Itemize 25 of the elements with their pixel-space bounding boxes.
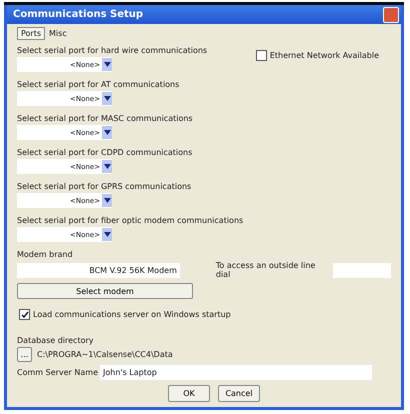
- browse-button[interactable]: ...: [17, 347, 32, 362]
- select-modem-button[interactable]: Select modem: [17, 283, 193, 299]
- field-label: Comm Server Name: [17, 368, 98, 377]
- field-label: Select serial port for fiber optic modem communications: [17, 216, 244, 225]
- server-name-field[interactable]: John's Laptop: [100, 365, 372, 380]
- field-label: Select serial port for AT communications: [17, 80, 180, 89]
- window-title: Communications Setup: [12, 9, 144, 20]
- field-label: Select serial port for GPRS communications: [17, 182, 192, 191]
- startup-checkbox[interactable]: [19, 309, 30, 320]
- field-label: Modem brand: [17, 250, 74, 259]
- tab[interactable]: Misc: [45, 27, 71, 40]
- ethernet-checkbox[interactable]: [256, 50, 267, 61]
- field-label: Select serial port for hard wire communications: [17, 46, 208, 55]
- modem-field[interactable]: BCM V.92 56K Modem: [17, 262, 180, 278]
- field-label: To access an outside line dial: [216, 261, 316, 279]
- dialog-button[interactable]: OK: [168, 385, 210, 402]
- field-label: Database directory: [17, 336, 95, 345]
- field-label: Select serial port for CDPD communications: [17, 148, 194, 157]
- field-label: Select serial port for MASC communications: [17, 114, 194, 123]
- tab[interactable]: Ports: [17, 27, 46, 40]
- dial-field[interactable]: [333, 262, 391, 278]
- dialog-button[interactable]: Cancel: [218, 385, 260, 402]
- checkbox-label: Ethernet Network Available: [270, 51, 379, 60]
- directory-path: C:\PROGRA~1\Calsense\CC4\Data: [37, 350, 173, 359]
- checkbox-label: Load communications server on Windows startup: [33, 310, 231, 319]
